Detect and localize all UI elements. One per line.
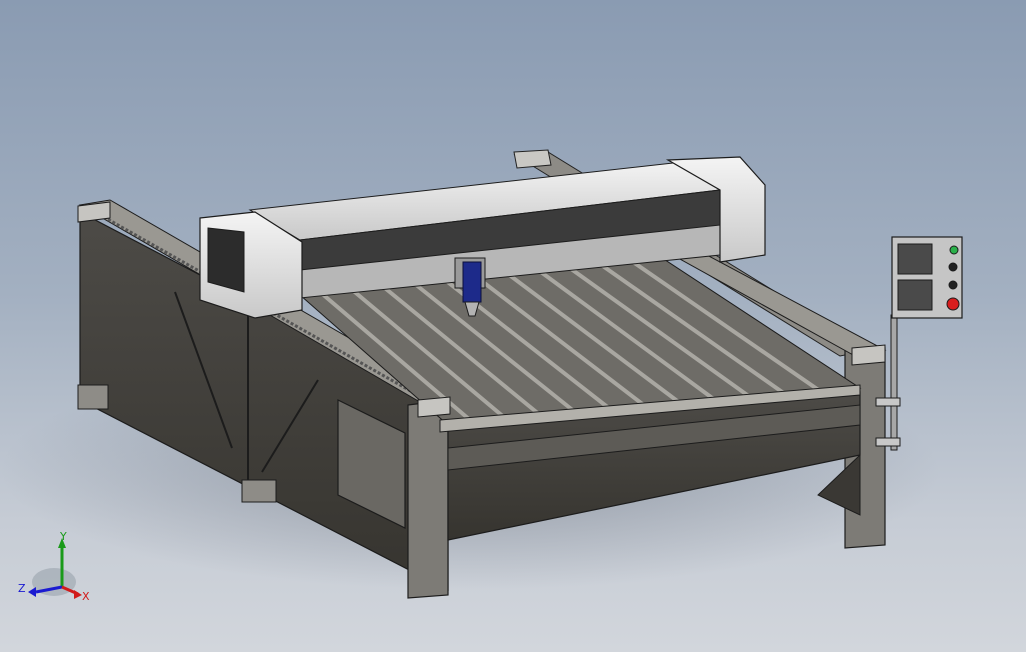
gantry-left-window [207, 227, 245, 293]
control-panel[interactable] [891, 236, 963, 319]
control-panel-screen-top [897, 243, 933, 275]
control-panel-pole [890, 314, 898, 451]
x-axis-label: X [82, 590, 90, 603]
laser-head [462, 261, 482, 303]
3d-viewport[interactable]: Y Z X [0, 0, 1026, 652]
z-axis-arrow [28, 587, 36, 597]
pole-clamp-bottom [875, 437, 901, 447]
y-axis-label: Y [59, 532, 67, 543]
emergency-stop-button[interactable] [946, 297, 960, 311]
indicator-black-1[interactable] [948, 262, 958, 272]
indicator-green[interactable] [949, 245, 959, 255]
z-axis-label: Z [18, 582, 26, 595]
corner-cap-right [851, 344, 886, 366]
leg-front-left [77, 384, 109, 410]
indicator-black-2[interactable] [948, 280, 958, 290]
x-axis-arrow [74, 590, 82, 599]
corner-cap-back [77, 201, 111, 223]
orientation-triad: Y Z X [18, 532, 90, 603]
far-rail-end [513, 149, 552, 169]
leg-mid-left [241, 479, 277, 503]
control-panel-screen-bottom [897, 279, 933, 311]
pole-clamp-top [875, 397, 901, 407]
corner-cap-front [417, 396, 451, 418]
laser-cutting-machine-model[interactable] [0, 0, 1026, 652]
